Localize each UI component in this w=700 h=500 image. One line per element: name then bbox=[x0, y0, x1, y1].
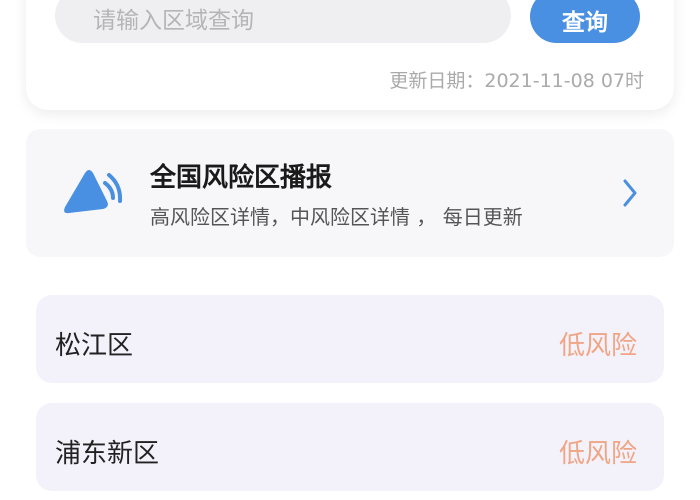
risk-level-badge: 低风险 bbox=[558, 439, 637, 469]
search-input[interactable] bbox=[55, 0, 511, 43]
region-name: 浦东新区 bbox=[55, 439, 160, 469]
region-item[interactable]: 松江区 低风险 bbox=[36, 295, 664, 383]
region-name: 松江区 bbox=[55, 331, 134, 361]
update-date: 更新日期：2021-11-08 07时 bbox=[389, 70, 644, 92]
risk-broadcast-card[interactable]: 全国风险区播报 高风险区详情，中风险区详情 ， 每日更新 bbox=[26, 129, 674, 257]
broadcast-triangle-icon bbox=[64, 170, 123, 214]
risk-level-badge: 低风险 bbox=[558, 331, 637, 361]
search-button[interactable]: 查询 bbox=[530, 0, 640, 43]
broadcast-subtitle: 高风险区详情，中风险区详情 ， 每日更新 bbox=[150, 205, 523, 229]
broadcast-title: 全国风险区播报 bbox=[150, 163, 333, 193]
page: 查询 更新日期：2021-11-08 07时 全国风险区播报 高风险区详情，中风… bbox=[0, 0, 700, 500]
region-item[interactable]: 浦东新区 低风险 bbox=[36, 403, 664, 491]
chevron-right-icon[interactable] bbox=[622, 177, 638, 209]
